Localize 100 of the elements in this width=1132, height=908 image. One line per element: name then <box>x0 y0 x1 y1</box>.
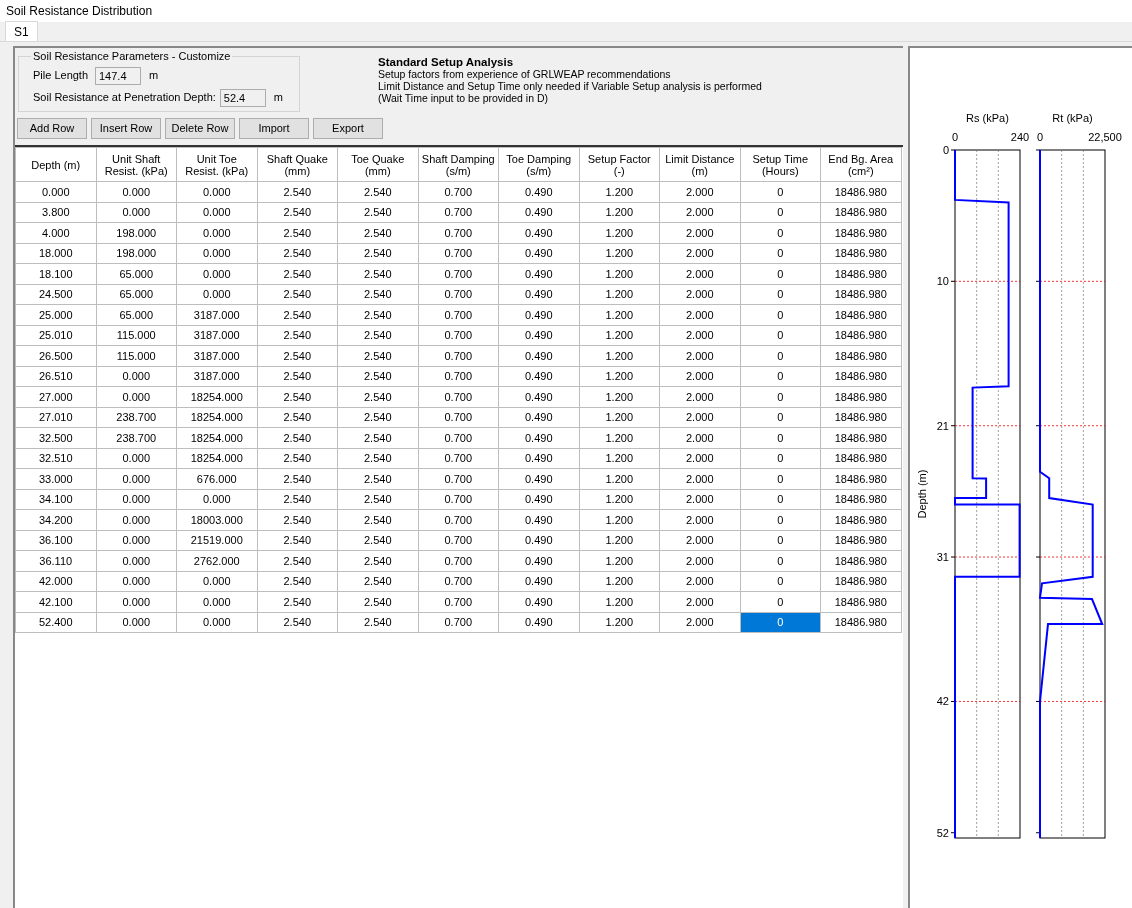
table-cell: 0.700 <box>418 468 499 489</box>
table-cell: 0.700 <box>418 222 499 243</box>
tab[interactable]: S1 <box>5 21 38 41</box>
x-tick-label: 240 <box>1010 131 1030 143</box>
table-cell: 2.000 <box>659 448 740 469</box>
column-header[interactable]: End Bg. Area (cm²) <box>820 147 901 182</box>
table-cell: 0.000 <box>176 284 257 305</box>
column-header[interactable]: Setup Factor (-) <box>579 147 660 182</box>
setup-note: (Wait Time input to be provided in D) <box>378 92 549 104</box>
table-cell: 26.500 <box>15 345 96 366</box>
table-cell: 2.540 <box>337 243 418 264</box>
table-cell: 0.490 <box>498 407 579 428</box>
table-cell: 2.540 <box>337 181 418 202</box>
column-header[interactable]: Depth (m) <box>15 147 96 182</box>
table-cell: 0 <box>740 489 821 510</box>
table-cell: 24.500 <box>15 284 96 305</box>
table-cell: 2.000 <box>659 263 740 284</box>
table-cell: 34.100 <box>15 489 96 510</box>
table-cell: 27.000 <box>15 386 96 407</box>
column-header[interactable]: Toe Damping (s/m) <box>498 147 579 182</box>
table-cell: 2.000 <box>659 407 740 428</box>
table-cell: 2.540 <box>337 304 418 325</box>
field-label: Pile Length <box>33 68 90 84</box>
table-cell: 0.700 <box>418 386 499 407</box>
y-tick-label: 52 <box>936 826 949 839</box>
table-cell: 2.540 <box>257 181 338 202</box>
window-title: Soil Resistance Distribution <box>6 3 153 20</box>
column-header[interactable]: Unit Shaft Resist. (kPa) <box>96 147 177 182</box>
number-field[interactable]: 52.4 <box>219 88 266 107</box>
table-cell: 18486.980 <box>820 284 901 305</box>
column-header[interactable]: Limit Distance (m) <box>659 147 740 182</box>
table-cell: 0.000 <box>96 591 177 612</box>
table-cell: 2.000 <box>659 489 740 510</box>
table-cell: 0.490 <box>498 427 579 448</box>
table-cell: 2.000 <box>659 509 740 530</box>
table-cell: 52.400 <box>15 612 96 633</box>
table-cell: 0.700 <box>418 325 499 346</box>
table-cell: 0.490 <box>498 571 579 592</box>
table-cell: 2.000 <box>659 222 740 243</box>
y-tick-label: 21 <box>936 419 949 432</box>
table-cell: 18486.980 <box>820 591 901 612</box>
table-cell: 0.490 <box>498 489 579 510</box>
table-cell: 0.000 <box>15 181 96 202</box>
column-header[interactable]: Shaft Damping (s/m) <box>418 147 499 182</box>
table-cell: 0.700 <box>418 284 499 305</box>
table-cell: 1.200 <box>579 304 660 325</box>
toolbar-button[interactable]: Export <box>313 118 383 139</box>
chart-title: Rs (kPa) <box>966 112 1009 124</box>
table-cell: 0.490 <box>498 530 579 551</box>
table-cell: 2.000 <box>659 181 740 202</box>
table-cell: 2.000 <box>659 550 740 571</box>
table-cell: 18486.980 <box>820 550 901 571</box>
table-cell: 18486.980 <box>820 325 901 346</box>
table-cell: 0.490 <box>498 591 579 612</box>
toolbar-button[interactable]: Delete Row <box>165 118 235 139</box>
table-cell: 32.510 <box>15 448 96 469</box>
table-cell: 0 <box>740 263 821 284</box>
table-cell: 18254.000 <box>176 448 257 469</box>
table-cell: 2.000 <box>659 427 740 448</box>
table-cell: 18003.000 <box>176 509 257 530</box>
table-cell: 2.540 <box>337 530 418 551</box>
table-cell: 2.000 <box>659 468 740 489</box>
table-cell: 0.490 <box>498 366 579 387</box>
table-cell: 18486.980 <box>820 571 901 592</box>
table-cell: 2.540 <box>337 509 418 530</box>
table-cell: 18486.980 <box>820 181 901 202</box>
table-cell: 2.540 <box>337 202 418 223</box>
table-cell: 0 <box>740 468 821 489</box>
table-cell: 0.000 <box>96 550 177 571</box>
table-cell: 2.540 <box>337 407 418 428</box>
table-cell: 0.000 <box>96 571 177 592</box>
table-cell: 18486.980 <box>820 407 901 428</box>
column-header[interactable]: Setup Time (Hours) <box>740 147 821 182</box>
table-cell: 0.000 <box>176 222 257 243</box>
table-cell: 115.000 <box>96 325 177 346</box>
column-header[interactable]: Unit Toe Resist. (kPa) <box>176 147 257 182</box>
table-cell: 2.000 <box>659 304 740 325</box>
toolbar-button[interactable]: Add Row <box>17 118 87 139</box>
table-cell: 2.540 <box>257 612 338 633</box>
setup-heading: Standard Setup Analysis <box>378 56 515 68</box>
table-cell: 2762.000 <box>176 550 257 571</box>
table-cell: 0.000 <box>176 243 257 264</box>
number-field[interactable]: 147.4 <box>95 66 141 85</box>
table-cell: 0.490 <box>498 509 579 530</box>
table-cell: 2.540 <box>257 591 338 612</box>
table-cell: 3187.000 <box>176 366 257 387</box>
table-cell: 0.700 <box>418 263 499 284</box>
table-cell: 0.700 <box>418 591 499 612</box>
toolbar-button[interactable]: Import <box>239 118 309 139</box>
table-cell: 18486.980 <box>820 530 901 551</box>
column-header[interactable]: Shaft Quake (mm) <box>257 147 338 182</box>
table-cell: 18486.980 <box>820 345 901 366</box>
table-cell: 1.200 <box>579 530 660 551</box>
table-cell: 1.200 <box>579 427 660 448</box>
table-cell: 0.000 <box>176 489 257 510</box>
toolbar-button[interactable]: Insert Row <box>91 118 161 139</box>
column-header[interactable]: Toe Quake (mm) <box>337 147 418 182</box>
table-cell: 32.500 <box>15 427 96 448</box>
y-tick-label: 0 <box>942 144 949 156</box>
table-cell: 2.540 <box>337 550 418 571</box>
